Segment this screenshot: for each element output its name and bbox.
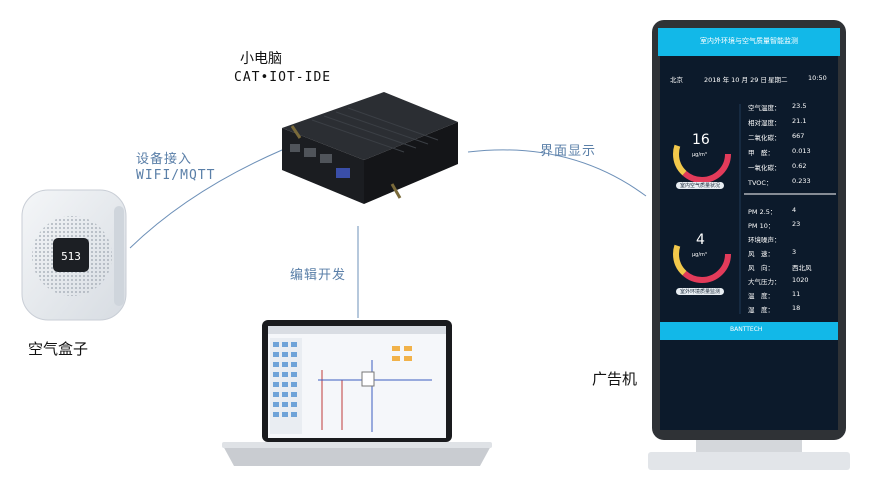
kiosk-reading-value: 0.013 [792, 147, 811, 155]
kiosk-reading-label: PM 10： [748, 222, 775, 230]
kiosk-reading-label: 大气压力： [748, 278, 781, 286]
air-box-image: 513 [21, 189, 127, 321]
kiosk-reading-value: 1020 [792, 276, 809, 284]
kiosk-time: 10:50 [808, 74, 827, 82]
kiosk-reading-label: 一氧化碳： [748, 164, 781, 172]
kiosk-screen-header: 室内外环境与空气质量智能监测 [700, 37, 798, 45]
kiosk-reading-value: 11 [792, 290, 801, 298]
kiosk-gauge1-button: 室内空气质量状况 [676, 182, 725, 189]
kiosk-reading-label: PM 2.5： [748, 208, 777, 216]
air-box-label: 空气盒子 [28, 340, 89, 358]
kiosk-reading-label: 空气温度： [748, 104, 781, 112]
kiosk-reading-value: 4 [792, 206, 797, 214]
kiosk-weekday: 星期二 [768, 76, 788, 84]
kiosk-reading-value: 23.5 [792, 102, 807, 110]
kiosk-gauge1-unit: µg/m³ [692, 152, 707, 158]
kiosk-reading-label: 环境噪声： [748, 236, 781, 244]
kiosk-label: 广告机 [592, 370, 638, 388]
kiosk-reading-label: TVOC： [748, 179, 773, 187]
kiosk-gauge2-value: 4 [696, 232, 705, 248]
kiosk-reading-value: 0.233 [792, 177, 811, 185]
mini-pc-device [272, 86, 462, 208]
kiosk-reading-value: 23 [792, 220, 801, 228]
kiosk-reading-value: 0.62 [792, 162, 807, 170]
kiosk-gauge1-value: 16 [692, 132, 710, 148]
kiosk-reading-label: 温 度： [748, 292, 774, 300]
kiosk-reading-label: 二氧化碳： [748, 134, 781, 142]
kiosk-gauge2-unit: µg/m³ [692, 252, 707, 258]
kiosk-reading-label: 相对湿度： [748, 119, 781, 127]
kiosk-reading-label: 甲 醛： [748, 149, 774, 157]
edge-laptop-label: 编辑开发 [290, 268, 347, 283]
kiosk-city: 北京 [670, 76, 683, 84]
kiosk-gauge2-button: 室外环境质量监测 [676, 288, 725, 295]
kiosk-reading-value: 18 [792, 304, 801, 312]
kiosk-reading-value: 667 [792, 132, 805, 140]
kiosk-reading-label: 湿 度： [748, 306, 774, 314]
mini-pc-subtitle: CAT•IOT-IDE [234, 70, 332, 85]
kiosk-date: 2018 年 10 月 29 日 [704, 76, 767, 84]
edge-air-label-line2: WIFI/MQTT [136, 168, 216, 183]
kiosk-device: 室内外环境与空气质量智能监测 北京 2018 年 10 月 29 日 星期二 1… [640, 14, 858, 474]
laptop-image [222, 320, 492, 466]
edge-kiosk-label: 界面显示 [540, 144, 597, 159]
edge-air-label-line1: 设备接入 [136, 152, 193, 167]
air-box-device: 513 [18, 186, 130, 324]
kiosk-footer-brand: BANTTECH [730, 326, 763, 333]
kiosk-reading-label: 风 速： [748, 250, 774, 258]
kiosk-reading-value: 21.1 [792, 117, 807, 125]
kiosk-reading-value: 3 [792, 248, 797, 256]
mini-pc-image [282, 92, 458, 204]
mini-pc-title: 小电脑 [240, 51, 282, 67]
kiosk-reading-value: 西北风 [792, 264, 812, 272]
laptop-device [222, 320, 492, 472]
kiosk-reading-label: 风 向： [748, 264, 774, 272]
air-box-display: 513 [61, 250, 81, 263]
